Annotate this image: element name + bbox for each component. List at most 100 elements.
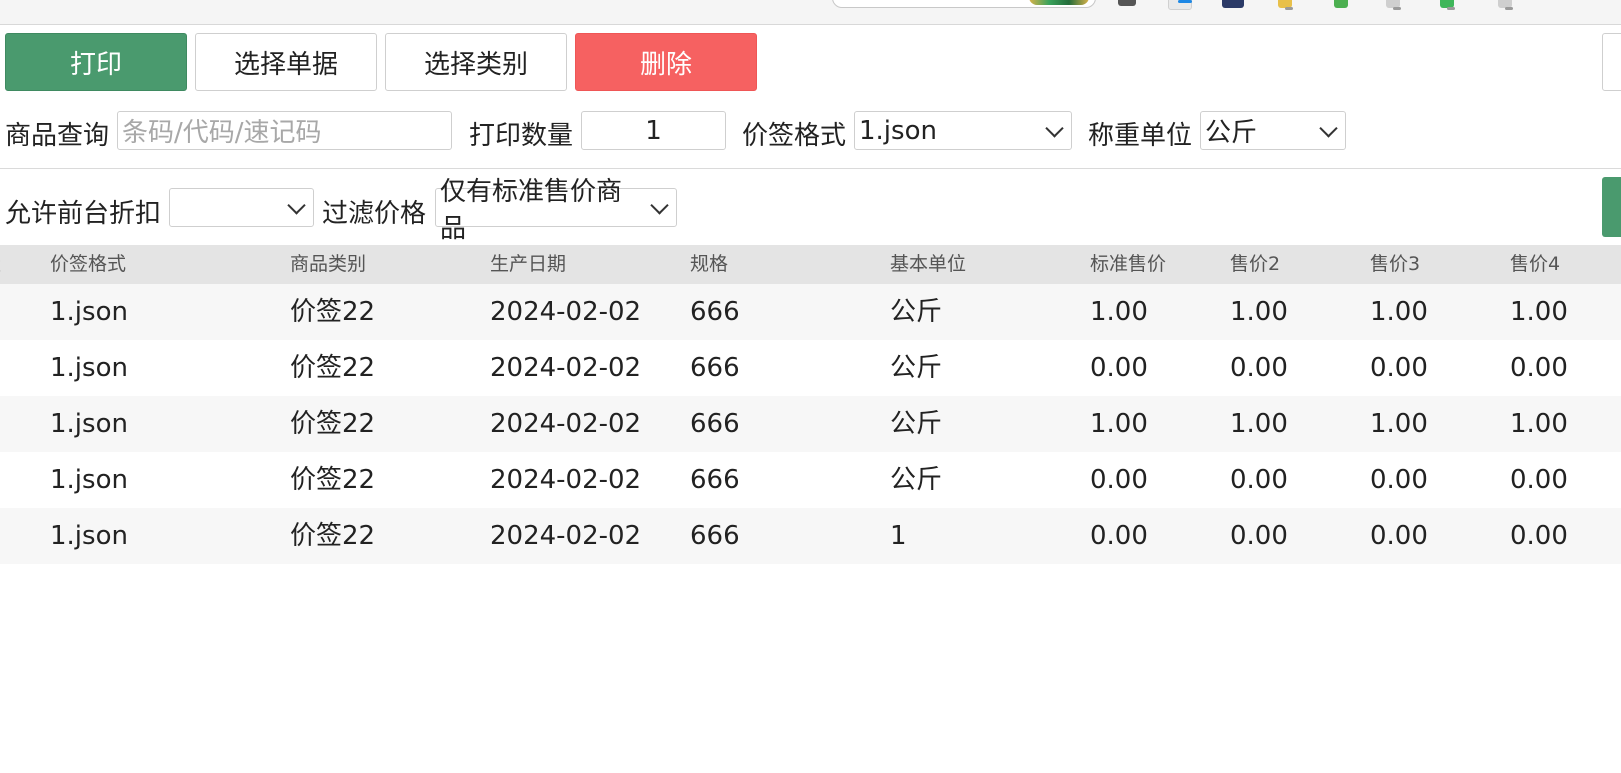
cell-base-unit: 公斤 [890,353,943,383]
chevron-down-icon [287,195,306,215]
cell-category: 价签22 [290,465,376,495]
running-indicator [1447,7,1455,10]
cell-standard-price: 0.00 [1090,521,1148,551]
cell-base-unit: 公斤 [890,409,943,439]
table-row[interactable]: 1.json 价签22 2024-02-02 666 公斤 0.00 0.00 … [0,340,1621,396]
col-header-price4[interactable]: 售价4 [1510,245,1560,284]
weigh-unit-label: 称重单位 [1088,121,1193,151]
label-print-page: 打印 选择单据 选择类别 删除 商品查询 条码/代码/速记码 打印数量 1 价签… [0,0,1621,773]
cell-production-date: 2024-02-02 [490,353,642,383]
right-edge-button[interactable] [1602,33,1621,91]
cell-production-date: 2024-02-02 [490,409,642,439]
table-row[interactable]: 1.json 价签22 2024-02-02 666 公斤 1.00 1.00 … [0,284,1621,340]
tag-format-label: 价签格式 [742,121,847,151]
table-row[interactable]: 1.json 价签22 2024-02-02 666 公斤 0.00 0.00 … [0,452,1621,508]
cell-standard-price: 1.00 [1090,297,1148,327]
cell-price4: 0.00 [1510,465,1568,495]
tag-format-value: 1.json [859,115,937,146]
allow-discount-select[interactable] [169,188,314,227]
cell-production-date: 2024-02-02 [490,465,642,495]
cell-price2: 1.00 [1230,297,1288,327]
filter-price-select[interactable]: 仅有标准售价商品 [435,177,677,244]
table-row[interactable]: 1.json 价签22 2024-02-02 666 1 0.00 0.00 0… [0,508,1621,564]
cell-price2: 0.00 [1230,465,1288,495]
chevron-down-icon [650,195,669,215]
taskbar-search-box[interactable] [832,0,1096,8]
taskbar-strip [0,0,1621,25]
cell-price4: 1.00 [1510,297,1568,327]
filter-price-label: 过滤价格 [322,199,427,229]
cell-spec: 666 [690,521,740,551]
cell-spec: 666 [690,409,740,439]
cell-price4: 0.00 [1510,521,1568,551]
cell-price2: 1.00 [1230,409,1288,439]
col-header-price2[interactable]: 售价2 [1230,245,1280,284]
active-app-indicator [1178,0,1192,3]
cell-production-date: 2024-02-02 [490,521,642,551]
cell-standard-price: 0.00 [1090,465,1148,495]
chevron-down-icon [1045,118,1064,138]
cell-price4: 1.00 [1510,409,1568,439]
cell-price2: 0.00 [1230,521,1288,551]
cell-base-unit: 公斤 [890,465,943,495]
table-header: 量 价签格式 商品类别 生产日期 规格 基本单位 标准售价 售价2 售价3 售价… [0,245,1621,284]
section-divider [0,168,1621,169]
col-header-spec[interactable]: 规格 [690,245,728,284]
col-header-price3[interactable]: 售价3 [1370,245,1420,284]
delete-button[interactable]: 删除 [575,33,757,91]
print-qty-label: 打印数量 [469,121,574,151]
running-indicator [1285,7,1293,10]
tag-format-select[interactable]: 1.json [854,111,1072,150]
green-action-button-edge[interactable] [1602,177,1621,237]
taskbar-app-icon[interactable] [1222,0,1244,8]
select-document-button[interactable]: 选择单据 [195,33,377,91]
select-category-button[interactable]: 选择类别 [385,33,567,91]
cell-price2: 0.00 [1230,353,1288,383]
cell-spec: 666 [690,353,740,383]
cell-category: 价签22 [290,297,376,327]
filter-price-value: 仅有标准售价商品 [440,176,623,244]
allow-discount-label: 允许前台折扣 [5,199,162,229]
taskbar-app-icon[interactable] [1334,0,1348,8]
cell-price3: 0.00 [1370,521,1428,551]
cell-tag-format: 1.json [50,353,128,383]
weigh-unit-select[interactable]: 公斤 [1200,111,1346,150]
cell-category: 价签22 [290,521,376,551]
col-header-standard-price[interactable]: 标准售价 [1090,245,1166,284]
cell-spec: 666 [690,297,740,327]
cell-price3: 0.00 [1370,465,1428,495]
running-indicator [1505,7,1513,10]
col-header-category[interactable]: 商品类别 [290,245,366,284]
print-button[interactable]: 打印 [5,33,187,91]
cell-category: 价签22 [290,353,376,383]
windows-start-icon[interactable] [785,0,811,8]
taskview-icon[interactable] [1118,0,1136,6]
table-row[interactable]: 1.json 价签22 2024-02-02 666 公斤 1.00 1.00 … [0,396,1621,452]
cell-tag-format: 1.json [50,465,128,495]
cell-price4: 0.00 [1510,353,1568,383]
cell-price3: 1.00 [1370,297,1428,327]
running-indicator [1393,7,1401,10]
cell-standard-price: 0.00 [1090,353,1148,383]
search-highlight-image [1029,0,1089,5]
cell-production-date: 2024-02-02 [490,297,642,327]
cell-spec: 666 [690,465,740,495]
print-qty-input[interactable]: 1 [581,111,726,150]
cell-tag-format: 1.json [50,409,128,439]
product-query-label: 商品查询 [5,121,110,151]
chevron-down-icon [1319,118,1338,138]
col-header-qty[interactable]: 量 [0,245,1,284]
cell-base-unit: 公斤 [890,297,943,327]
product-query-input[interactable]: 条码/代码/速记码 [117,111,452,150]
col-header-production-date[interactable]: 生产日期 [490,245,566,284]
cell-price3: 0.00 [1370,353,1428,383]
cell-tag-format: 1.json [50,297,128,327]
cell-category: 价签22 [290,409,376,439]
cell-base-unit: 1 [890,521,907,551]
cell-standard-price: 1.00 [1090,409,1148,439]
weigh-unit-value: 公斤 [1205,118,1258,148]
cell-price3: 1.00 [1370,409,1428,439]
col-header-tag-format[interactable]: 价签格式 [50,245,126,284]
col-header-base-unit[interactable]: 基本单位 [890,245,966,284]
cell-tag-format: 1.json [50,521,128,551]
